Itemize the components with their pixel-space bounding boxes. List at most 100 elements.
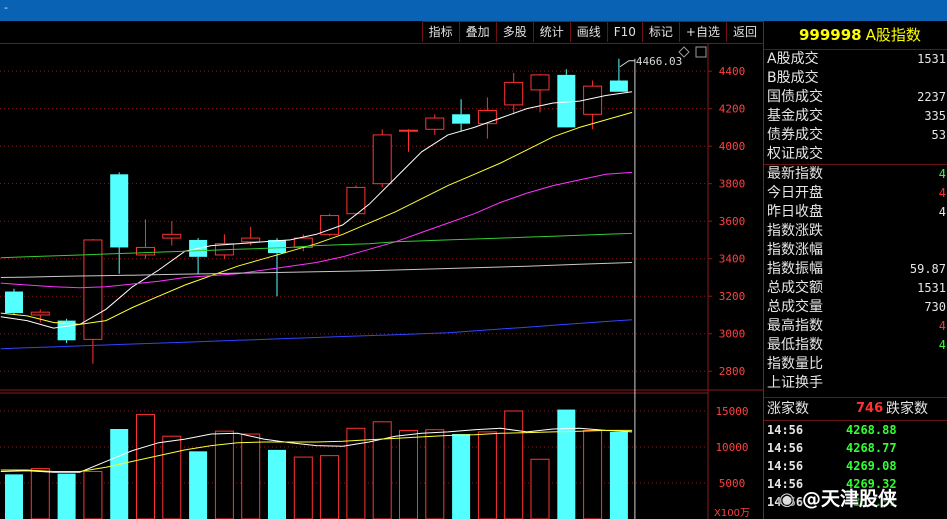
volume-bar [189,451,208,519]
quote-value: 4 [938,338,946,352]
candle-body [30,311,50,316]
advance-decline: 涨家数 746 跌家数 [764,397,947,421]
tick-time: 14:56 [767,423,804,437]
candle-body [372,134,392,185]
volume-bar [57,473,76,519]
chart-toolbar: 指标 叠加 多股 统计 画线 F10 标记 +自选 返回 [0,21,763,44]
quote-label: 债券成交 [767,127,823,143]
volume-bar [583,429,603,519]
window-title: - [4,1,8,14]
volume-axis-label: 5000 [719,477,746,490]
quote-row: 基金成交 335 [764,107,947,126]
quote-label: 基金成交 [767,108,823,124]
quote-label: 总成交额 [767,280,823,296]
quote-label: 今日开盘 [767,185,823,201]
tick-row: 14:56 4268.77 [764,439,947,457]
volume-bar [30,468,50,519]
toolbar-buttons: 指标 叠加 多股 统计 画线 F10 标记 +自选 返回 [421,21,763,43]
volume-bar [372,421,392,519]
quote-label: A股成交 [767,51,819,67]
candle-body [241,237,261,243]
quote-sidebar: 999998 A股指数 A股成交 1531 B股成交 国债成交 2237 基金成交 335 债券… [763,21,947,519]
toolbar-button[interactable]: 多股 [495,21,533,42]
quote-value: 59.87 [909,262,946,276]
candle-body [110,174,129,248]
tick-time: 14:56 [767,441,804,455]
quote-label: 最高指数 [767,318,823,334]
quote-value: 53 [931,128,946,142]
candle-body [530,74,550,91]
volume-bar [320,455,340,519]
turnover-stats: A股成交 1531 B股成交 国债成交 2237 基金成交 335 债券成交 53 权证成交 [764,50,947,164]
window-icon[interactable] [695,46,707,58]
volume-unit-label: X100万 [714,508,750,519]
candle-body [268,239,286,254]
volume-bar [83,470,103,519]
candle-body [5,291,23,314]
rise-count-label: 涨家数 [767,401,809,417]
candle-body [136,246,155,256]
quote-row: 上证换手 [764,374,947,393]
quote-row: 最新指数 4 [764,165,947,184]
quote-label: 总成交量 [767,299,823,315]
candle-body [609,80,628,92]
tick-time: 14:56 [767,459,804,473]
quote-row: 债券成交 53 [764,126,947,145]
volume-bar [399,429,418,519]
quote-row: 总成交额 1531 [764,279,947,298]
quote-row: 指数量比 [764,355,947,374]
volume-bar [477,431,497,519]
quote-row: 今日开盘 4 [764,184,947,203]
volume-bar [136,414,155,519]
rise-count-value: 746 [856,401,884,416]
quote-label: 国债成交 [767,89,823,105]
watermark-text: @天津股侠 [802,488,898,510]
quote-row: 指数涨幅 [764,241,947,260]
price-axis-label: 4400 [719,65,746,78]
quote-value: 4 [938,186,946,200]
toolbar-button[interactable]: +自选 [678,21,726,42]
index-code: 999998 [799,26,862,44]
kline-chart[interactable]: 4400 4200 4000 3800 3600 3400 3200 3000 2800 1500… [0,43,763,519]
toolbar-button[interactable]: 叠加 [458,21,496,42]
price-axis-label: 3400 [719,253,746,266]
quote-label: 最新指数 [767,166,823,182]
price-axis-label: 3000 [719,328,746,341]
price-axis-label: 3200 [719,290,746,303]
quote-value: 335 [924,109,946,123]
candle-body [452,114,471,124]
quote-row: 总成交量 730 [764,298,947,317]
candle-body [425,117,445,130]
weibo-icon: ◉ [779,489,795,510]
volume-bar [241,433,261,519]
candle-body [504,81,524,106]
toolbar-button[interactable]: 画线 [569,21,607,42]
quote-value: 2237 [917,90,946,104]
tick-price: 4268.88 [846,423,897,437]
volume-bar [452,434,471,519]
quote-label: 最低指数 [767,337,823,353]
volume-bar [110,429,129,519]
volume-bar [425,429,445,519]
candle-body [399,129,418,132]
toolbar-button[interactable]: 指标 [421,21,459,42]
quote-value: 4 [938,167,946,181]
toolbar-button[interactable]: 统计 [532,21,570,42]
volume-bar [293,456,313,519]
volume-bar [609,431,628,519]
toolbar-button[interactable]: 标记 [641,21,679,42]
toolbar-button[interactable]: F10 [606,21,642,42]
quote-row: 指数涨跌 [764,222,947,241]
quote-label: 指数涨跌 [767,223,823,239]
toolbar-button[interactable]: 返回 [725,21,763,42]
title-bar: - [0,0,947,21]
quote-value: 4 [938,319,946,333]
volume-bar [268,449,286,519]
quote-row: B股成交 [764,69,947,88]
fall-count-label: 跌家数 [886,401,928,417]
volume-axis-label: 10000 [715,441,748,454]
index-quotes: 最新指数 4 今日开盘 4 昨日收盘 4 指数涨跌 指数涨幅 指数振幅 59.87 总成交额 1531… [764,165,947,393]
volume-bar [504,410,524,519]
price-axis-label: 3600 [719,215,746,228]
watermark: ◉ @天津股侠 [772,484,897,514]
